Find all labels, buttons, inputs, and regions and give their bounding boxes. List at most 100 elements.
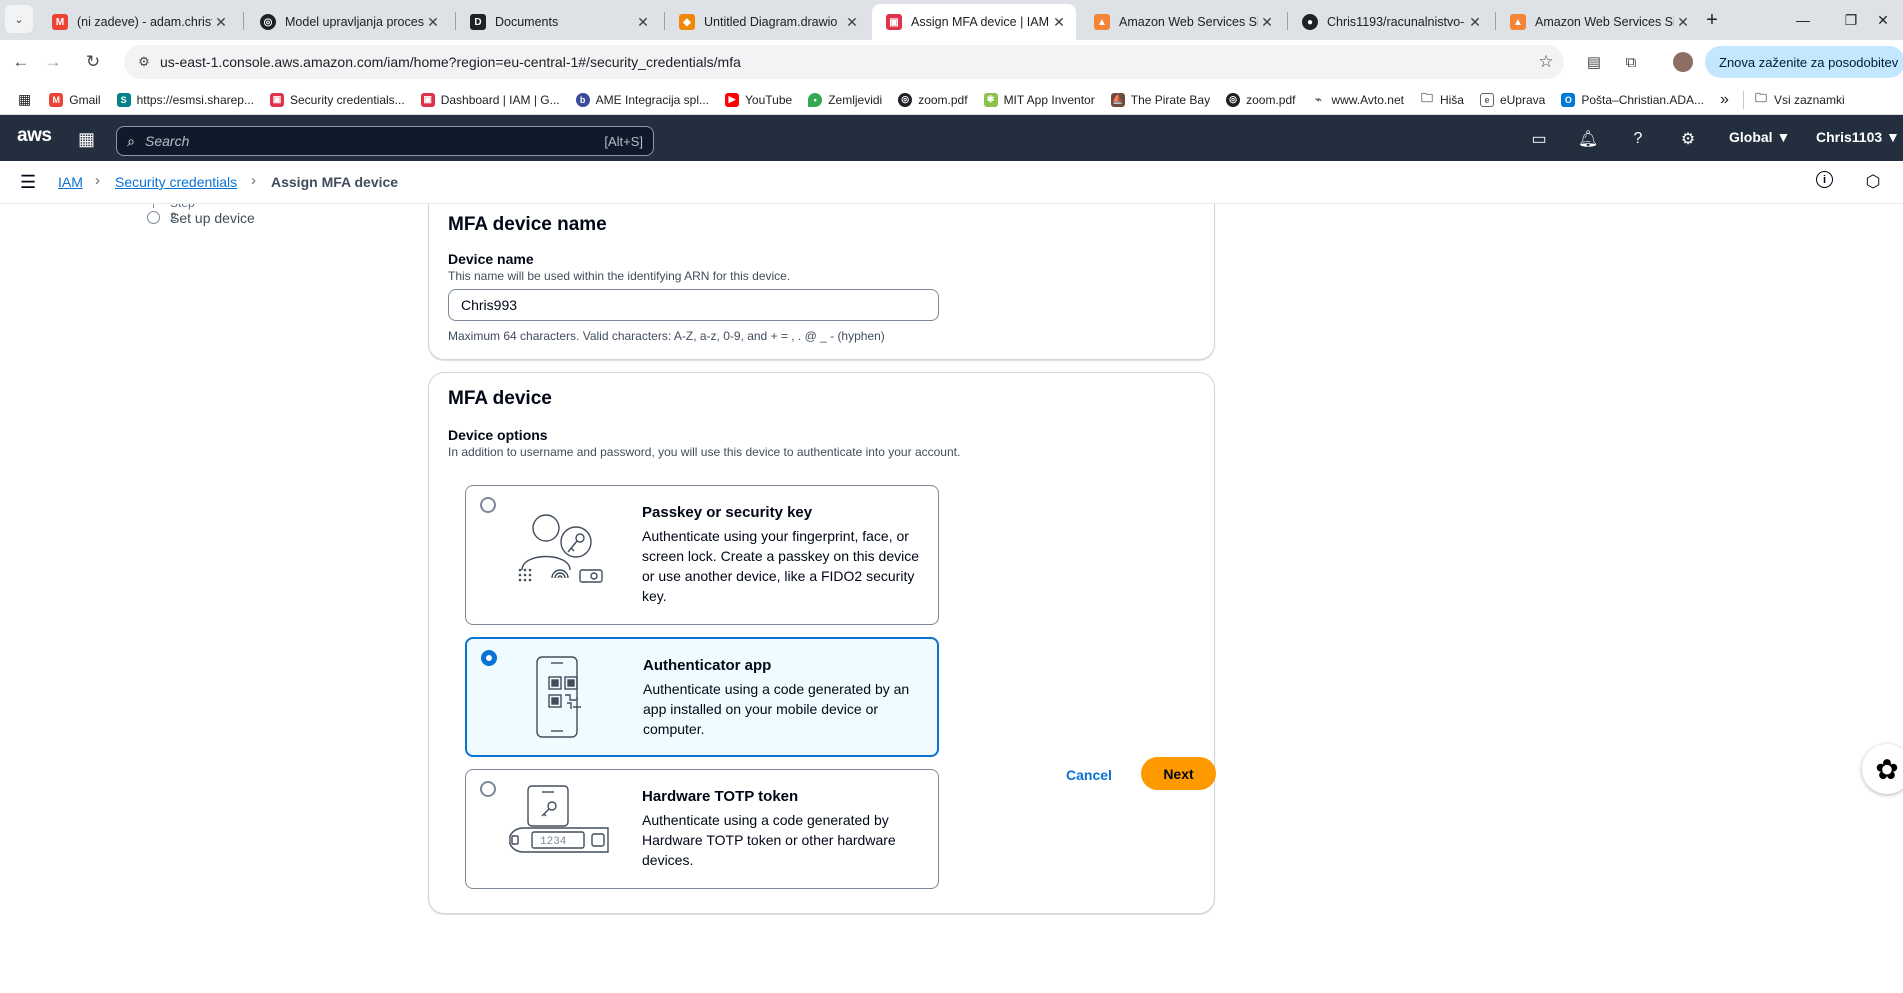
browser-tab[interactable]: ● Chris1193/racunalnistvo- ✕ — [1288, 4, 1492, 40]
bookmark-item[interactable]: ✱ MIT App Inventor — [983, 92, 1095, 107]
step-name[interactable]: Set up device — [170, 210, 255, 226]
chat-assistant-icon[interactable]: ✿ — [1862, 744, 1903, 794]
info-icon[interactable]: i — [1816, 171, 1833, 188]
browser-tab[interactable]: D Documents ✕ — [456, 4, 660, 40]
close-tab-icon[interactable]: ✕ — [1258, 14, 1276, 31]
address-bar-row: ← → ↻ ⚙ us-east-1.console.aws.amazon.com… — [0, 40, 1903, 85]
apps-icon[interactable]: ▦ — [18, 91, 31, 108]
gmail-icon: M — [49, 92, 64, 107]
settings-gear-icon[interactable]: ⚙ — [1677, 128, 1699, 150]
radio-authenticator-app[interactable] — [481, 650, 497, 666]
site-settings-icon[interactable]: ⚙ — [128, 54, 160, 70]
aws-logo[interactable]: aws — [17, 125, 52, 147]
cloudshell-icon[interactable]: ▭ — [1528, 128, 1550, 150]
option-passkey[interactable]: Passkey or security key Authenticate usi… — [465, 485, 939, 625]
close-tab-icon[interactable]: ✕ — [634, 14, 652, 31]
token-code: 1234 — [540, 836, 567, 848]
cancel-button[interactable]: Cancel — [1066, 767, 1112, 783]
bookmark-item[interactable]: ▣ Dashboard | IAM | G... — [420, 92, 560, 107]
bookmark-item[interactable]: e eUprava — [1479, 92, 1545, 107]
pirate-ship-icon: ⛵ — [1110, 92, 1125, 107]
option-authenticator-app[interactable]: Authenticator app Authenticate using a c… — [465, 637, 939, 757]
radio-passkey[interactable] — [480, 497, 496, 513]
drawio-icon: ◆ — [679, 14, 695, 30]
profile-avatar[interactable] — [1668, 47, 1698, 77]
documents-icon: D — [470, 14, 486, 30]
aws-iam-icon: ▣ — [886, 14, 902, 30]
reload-icon[interactable]: ↻ — [78, 47, 108, 77]
browser-tab[interactable]: ▲ Amazon Web Services Sig ✕ — [1496, 4, 1700, 40]
bookmark-item[interactable]: ⛵ The Pirate Bay — [1110, 92, 1210, 107]
mfa-device-card: MFA device Device options In addition to… — [428, 372, 1215, 914]
extensions-icon[interactable]: ⧉ — [1616, 47, 1646, 77]
passkey-illustration — [518, 514, 603, 583]
url-bar[interactable]: ⚙ us-east-1.console.aws.amazon.com/iam/h… — [124, 45, 1564, 79]
search-placeholder: Search — [145, 133, 190, 149]
minimize-button[interactable]: — — [1780, 0, 1826, 40]
tab-title: Assign MFA device | IAM | — [911, 15, 1050, 29]
breadcrumb-current-page: Assign MFA device — [271, 174, 399, 190]
help-icon[interactable]: ? — [1627, 128, 1649, 150]
bookmark-item[interactable]: Shttps://esmsi.sharep... — [116, 92, 254, 107]
back-icon[interactable]: ← — [6, 47, 36, 77]
close-window-button[interactable]: ✕ — [1860, 0, 1903, 40]
close-tab-icon[interactable]: ✕ — [1050, 14, 1068, 31]
tab-title: (ni zadeve) - adam.christj — [77, 15, 212, 29]
bookmark-folder[interactable]: 🗀 Hiša — [1419, 91, 1464, 107]
browser-tab[interactable]: ◎ Model upravljanja proces ✕ — [246, 4, 450, 40]
forward-icon[interactable]: → — [38, 47, 68, 77]
device-name-description: This name will be used within the identi… — [448, 269, 791, 283]
mfa-device-name-card: MFA device name Device name This name wi… — [428, 204, 1215, 360]
close-tab-icon[interactable]: ✕ — [1674, 14, 1692, 31]
bookmark-item[interactable]: O Pošta–Christian.ADA... — [1561, 92, 1704, 107]
side-nav-menu-icon[interactable]: ☰ — [20, 172, 36, 193]
close-tab-icon[interactable]: ✕ — [424, 14, 442, 31]
bookmark-item[interactable]: ▣ Security credentials... — [269, 92, 405, 107]
breadcrumb: ☰ IAM › Security credentials › Assign MF… — [0, 161, 1903, 204]
bookmark-item[interactable]: ◎ zoom.pdf — [1226, 92, 1295, 107]
option-description: Authenticate using a code generated by H… — [642, 812, 896, 868]
breadcrumb-iam[interactable]: IAM — [58, 174, 83, 190]
bookmark-item[interactable]: ⌁ www.Avto.net — [1311, 92, 1404, 107]
bookmark-item[interactable]: ▶ YouTube — [725, 92, 792, 107]
services-grid-icon[interactable]: ▦ — [78, 129, 95, 150]
update-button[interactable]: Znova zaženite za posodobitev — [1705, 46, 1903, 78]
section-heading: MFA device name — [448, 214, 607, 235]
aws-box-icon: ▲ — [1094, 14, 1110, 30]
browser-tab[interactable]: ▲ Amazon Web Services Sig ✕ — [1080, 4, 1284, 40]
all-bookmarks-folder[interactable]: 🗀 Vsi zaznamki — [1753, 91, 1845, 107]
step-connector — [153, 204, 154, 208]
mit-app-inventor-icon: ✱ — [983, 92, 998, 107]
close-tab-icon[interactable]: ✕ — [843, 14, 861, 31]
ame-icon: b — [575, 92, 590, 107]
globe-icon: ◎ — [898, 92, 913, 107]
bookmark-item[interactable]: ◎ zoom.pdf — [898, 92, 968, 107]
close-tab-icon[interactable]: ✕ — [212, 14, 230, 31]
globe-icon: ◎ — [1226, 92, 1241, 107]
breadcrumb-security-credentials[interactable]: Security credentials — [115, 174, 237, 190]
bookmark-item[interactable]: • Zemljevidi — [808, 92, 882, 107]
bookmark-item[interactable]: b AME Integracija spl... — [575, 92, 709, 107]
option-hardware-totp[interactable]: 1234 Hardware TOTP token Authenticate us… — [465, 769, 939, 889]
browser-tab[interactable]: ◆ Untitled Diagram.drawio ✕ — [665, 4, 869, 40]
bookmark-star-icon[interactable]: ☆ — [1528, 52, 1564, 72]
radio-hardware-totp[interactable] — [480, 781, 496, 797]
account-menu[interactable]: Chris1103 ▼ — [1816, 129, 1900, 145]
tab-title: Documents — [495, 15, 559, 29]
region-selector[interactable]: Global ▼ — [1729, 129, 1790, 145]
tab-search-icon[interactable]: ⌄ — [5, 5, 33, 33]
tab-title: Untitled Diagram.drawio — [704, 15, 838, 29]
browser-tab[interactable]: M (ni zadeve) - adam.christj ✕ — [38, 4, 238, 40]
reading-mode-icon[interactable]: ▤ — [1579, 47, 1609, 77]
browser-tab-active[interactable]: ▣ Assign MFA device | IAM | ✕ — [872, 4, 1076, 40]
aws-search-input[interactable]: ⌕ Search [Alt+S] — [116, 126, 654, 156]
device-name-input[interactable]: Chris993 — [448, 289, 939, 321]
close-tab-icon[interactable]: ✕ — [1466, 14, 1484, 31]
new-tab-button[interactable]: + — [1692, 0, 1732, 40]
device-options-description: In addition to username and password, yo… — [448, 445, 961, 459]
bookmark-item[interactable]: M Gmail — [49, 92, 101, 107]
feedback-icon[interactable]: ⬡ — [1862, 171, 1884, 193]
notifications-bell-icon[interactable]: 🔔︎ — [1577, 128, 1599, 150]
next-button[interactable]: Next — [1141, 757, 1216, 790]
more-bookmarks-icon[interactable]: » — [1720, 91, 1729, 109]
